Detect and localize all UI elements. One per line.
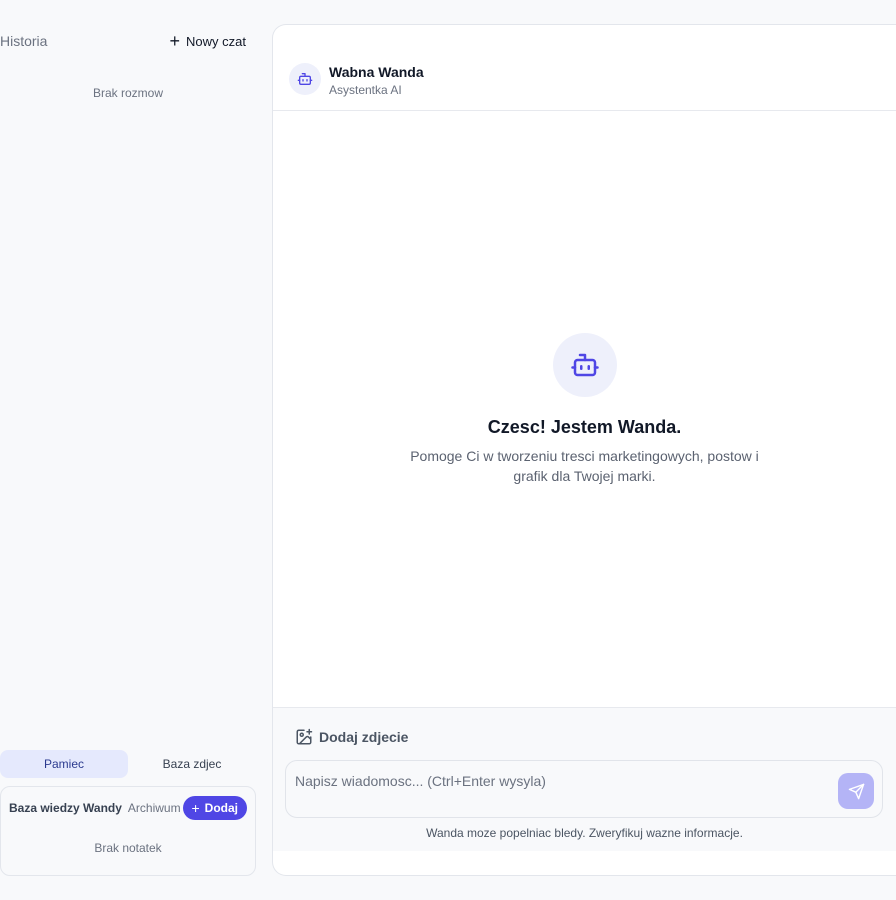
new-chat-button[interactable]: + Nowy czat [170, 32, 256, 50]
send-button[interactable] [838, 773, 874, 809]
archive-link[interactable]: Archiwum [128, 801, 181, 815]
welcome-avatar [552, 333, 617, 397]
plus-icon: + [169, 31, 181, 51]
tab-memory[interactable]: Pamiec [0, 750, 128, 778]
new-chat-label: Nowy czat [186, 33, 246, 49]
send-icon [848, 783, 864, 799]
add-note-button[interactable]: + Dodaj [183, 796, 247, 820]
chat-panel: Wabna Wanda Asystentka AI Czesc! Jestem … [272, 24, 896, 876]
add-photo-label: Dodaj zdjecie [319, 729, 409, 745]
knowledge-base-card: Baza wiedzy Wandy Archiwum + Dodaj Brak … [0, 786, 256, 876]
empty-history-text: Brak rozmow [92, 86, 163, 100]
image-plus-icon [296, 728, 313, 745]
sidebar-title: Historia [0, 33, 48, 49]
empty-notes-text: Brak notatek [94, 841, 162, 855]
message-box [285, 760, 883, 818]
chat-header: Wabna Wanda Asystentka AI [273, 25, 896, 111]
welcome-section: Czesc! Jestem Wanda. Pomoge Ci w tworzen… [273, 333, 896, 486]
agent-subtitle: Asystentka AI [329, 83, 402, 97]
sidebar: Historia + Nowy czat Brak rozmow Pamiec … [0, 0, 260, 900]
robot-icon [570, 353, 599, 377]
message-input[interactable] [295, 770, 825, 792]
sidebar-header: Historia + Nowy czat [0, 30, 256, 52]
composer: Dodaj zdjecie Wanda moze popelniac bledy… [273, 707, 896, 851]
welcome-title: Czesc! Jestem Wanda. [487, 417, 682, 437]
knowledge-base-title: Baza wiedzy Wandy [9, 801, 122, 815]
avatar [289, 63, 321, 95]
add-photo-button[interactable]: Dodaj zdjecie [295, 728, 408, 746]
welcome-text: Pomoge Ci w tworzeniu tresci marketingow… [410, 448, 759, 484]
knowledge-base-header: Baza wiedzy Wandy Archiwum + Dodaj [9, 796, 247, 820]
tab-photo-base[interactable]: Baza zdjec [128, 750, 256, 778]
plus-icon: + [191, 800, 200, 816]
robot-icon [297, 73, 313, 85]
add-note-label: Dodaj [204, 801, 238, 815]
disclaimer-text: Wanda moze popelniac bledy. Zweryfikuj w… [426, 826, 743, 840]
agent-name: Wabna Wanda [329, 64, 424, 80]
sidebar-tabs: Pamiec Baza zdjec [0, 750, 256, 778]
